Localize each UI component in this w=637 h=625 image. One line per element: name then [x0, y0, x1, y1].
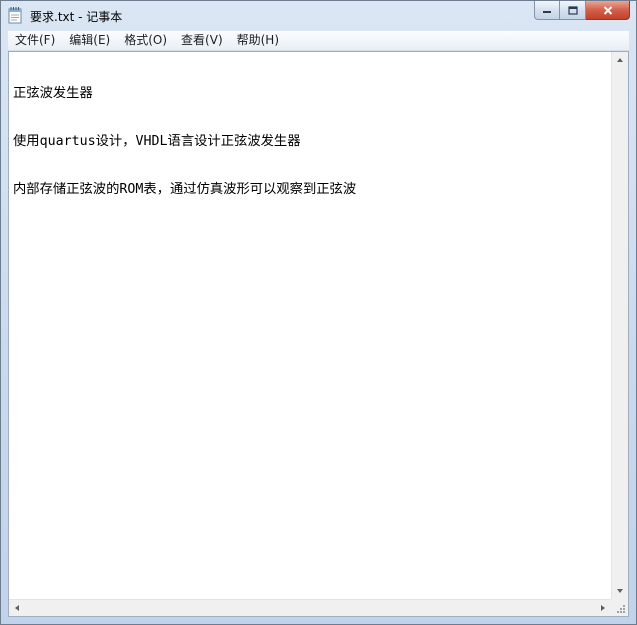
horizontal-scrollbar[interactable]	[9, 599, 611, 616]
minimize-icon	[543, 11, 551, 13]
editor-client-area: 正弦波发生器 使用quartus设计，VHDL语言设计正弦波发生器 内部存储正弦…	[8, 51, 629, 617]
close-button[interactable]	[586, 1, 630, 20]
window-title: 要求.txt - 记事本	[30, 10, 123, 24]
menu-edit[interactable]: 编辑(E)	[62, 31, 117, 50]
notepad-icon	[8, 7, 22, 24]
menu-file[interactable]: 文件(F)	[8, 31, 62, 50]
title-bar[interactable]: 要求.txt - 记事本	[1, 1, 636, 31]
scroll-corner	[611, 599, 628, 616]
close-icon	[603, 5, 612, 15]
text-line-3: 内部存储正弦波的ROM表，通过仿真波形可以观察到正弦波	[13, 182, 357, 197]
text-line-2: 使用quartus设计，VHDL语言设计正弦波发生器	[13, 134, 301, 149]
resize-grip-icon[interactable]	[615, 603, 626, 614]
maximize-button[interactable]	[560, 1, 586, 20]
scroll-left-icon[interactable]	[15, 605, 19, 611]
text-line-1: 正弦波发生器	[13, 86, 93, 101]
vertical-scrollbar[interactable]	[611, 52, 628, 599]
notepad-window: 要求.txt - 记事本 文件(F) 编辑(E) 格式(O) 查看(V) 帮助(…	[0, 0, 637, 625]
scroll-down-icon[interactable]	[617, 589, 623, 593]
scroll-up-icon[interactable]	[617, 58, 623, 62]
maximize-icon	[567, 5, 578, 15]
caption-buttons	[534, 1, 630, 21]
minimize-button[interactable]	[534, 1, 560, 20]
menu-help[interactable]: 帮助(H)	[230, 31, 286, 50]
scroll-right-icon[interactable]	[601, 605, 605, 611]
menu-format[interactable]: 格式(O)	[117, 31, 174, 50]
text-editor[interactable]: 正弦波发生器 使用quartus设计，VHDL语言设计正弦波发生器 内部存储正弦…	[9, 52, 611, 599]
menu-bar: 文件(F) 编辑(E) 格式(O) 查看(V) 帮助(H)	[8, 31, 629, 51]
menu-view[interactable]: 查看(V)	[174, 31, 230, 50]
